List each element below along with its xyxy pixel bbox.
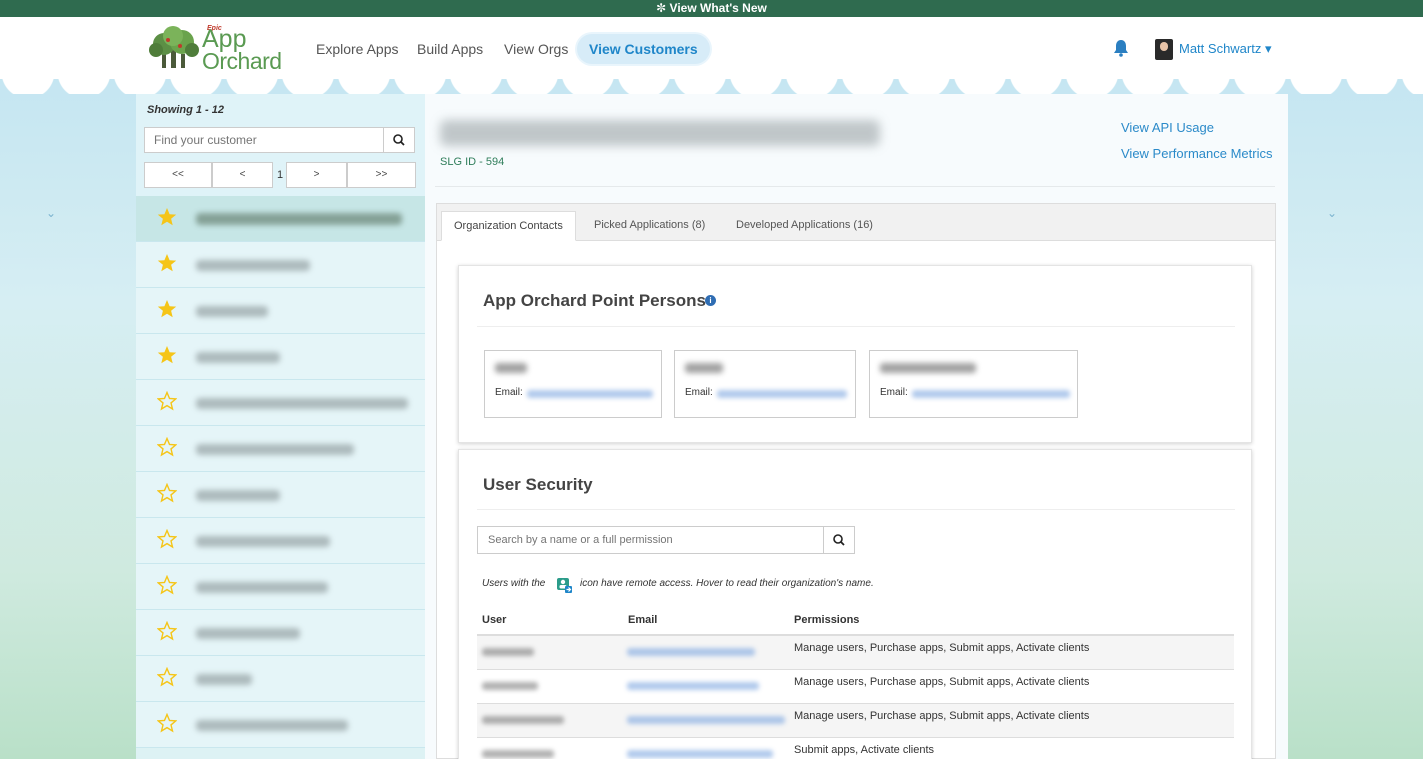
page-title	[440, 120, 880, 146]
customer-list	[136, 196, 425, 748]
star-outline-icon[interactable]	[157, 529, 177, 549]
list-item[interactable]	[136, 196, 425, 242]
point-persons-title: App Orchard Point Persons	[483, 291, 706, 310]
email-label: Email:	[495, 387, 523, 398]
whats-new-banner[interactable]: ✼ View What's New	[0, 0, 1423, 17]
logo-orchard-text: Orchard	[202, 48, 282, 74]
avatar[interactable]	[1155, 39, 1173, 60]
tree-icon	[149, 26, 199, 68]
bird-icon: ⌄	[1327, 206, 1338, 220]
permissions-cell: Manage users, Purchase apps, Submit apps…	[794, 676, 1090, 688]
email-link[interactable]	[627, 682, 759, 690]
customer-search-input[interactable]	[144, 127, 384, 153]
current-page: 1	[277, 169, 284, 181]
view-performance-metrics-link[interactable]: View Performance Metrics	[1121, 146, 1272, 161]
cloud-edge-decoration	[0, 72, 1423, 94]
email-link[interactable]	[627, 750, 773, 758]
first-page-button[interactable]: <<	[144, 162, 212, 188]
nav-explore-apps[interactable]: Explore Apps	[316, 34, 399, 64]
app-orchard-logo[interactable]: Epic App Orchard	[146, 22, 286, 74]
star-outline-icon[interactable]	[157, 391, 177, 411]
email-link[interactable]	[912, 390, 1070, 398]
user-search-input[interactable]	[477, 526, 824, 554]
search-icon	[393, 134, 405, 146]
table-row: Manage users, Purchase apps, Submit apps…	[477, 670, 1234, 704]
last-page-button[interactable]: >>	[347, 162, 416, 188]
list-item[interactable]	[136, 288, 425, 334]
list-item[interactable]	[136, 656, 425, 702]
permissions-cell: Manage users, Purchase apps, Submit apps…	[794, 642, 1090, 654]
permissions-cell: Manage users, Purchase apps, Submit apps…	[794, 710, 1090, 722]
point-person-card: Email:	[869, 350, 1078, 418]
star-filled-icon[interactable]	[157, 207, 177, 227]
list-item[interactable]	[136, 610, 425, 656]
showing-count: Showing 1 - 12	[147, 104, 225, 116]
list-item[interactable]	[136, 334, 425, 380]
customer-sidebar: Showing 1 - 12 << < 1 > >>	[136, 94, 425, 759]
user-security-card: User Security Users with the icon have r…	[458, 449, 1252, 759]
star-outline-icon[interactable]	[157, 713, 177, 733]
tab-developed-applications[interactable]: Developed Applications (16)	[724, 211, 885, 241]
list-item[interactable]	[136, 472, 425, 518]
nav-build-apps[interactable]: Build Apps	[417, 34, 483, 64]
tab-panel: Organization Contacts Picked Application…	[436, 203, 1276, 759]
table-row: Submit apps, Activate clients	[477, 738, 1234, 759]
user-security-title: User Security	[483, 475, 593, 494]
star-outline-icon[interactable]	[157, 667, 177, 687]
point-person-card: Email:	[484, 350, 662, 418]
column-header-permissions[interactable]: Permissions	[794, 614, 859, 626]
email-link[interactable]	[627, 648, 755, 656]
bird-icon: ⌄	[46, 206, 57, 220]
info-icon[interactable]: i	[705, 295, 716, 306]
email-link[interactable]	[717, 390, 847, 398]
slg-id: SLG ID - 594	[440, 156, 505, 168]
remote-note-suffix: icon have remote access. Hover to read t…	[580, 578, 874, 589]
list-item[interactable]	[136, 702, 425, 748]
column-header-email[interactable]: Email	[628, 614, 657, 626]
email-label: Email:	[880, 387, 908, 398]
list-item[interactable]	[136, 564, 425, 610]
star-filled-icon[interactable]	[157, 253, 177, 273]
user-menu[interactable]: Matt Schwartz ▾	[1179, 41, 1272, 57]
remote-note-prefix: Users with the	[482, 578, 546, 589]
customer-detail-panel: SLG ID - 594 View API Usage View Perform…	[425, 94, 1288, 759]
tab-picked-applications[interactable]: Picked Applications (8)	[582, 211, 717, 241]
nav-view-customers[interactable]: View Customers	[577, 34, 710, 64]
remote-access-icon	[557, 578, 572, 593]
view-api-usage-link[interactable]: View API Usage	[1121, 120, 1214, 135]
notification-bell-icon[interactable]	[1113, 39, 1129, 57]
list-item[interactable]	[136, 426, 425, 472]
email-link[interactable]	[627, 716, 785, 724]
star-outline-icon[interactable]	[157, 575, 177, 595]
tab-bar: Organization Contacts Picked Application…	[437, 204, 1275, 241]
search-icon	[833, 534, 845, 546]
divider	[477, 326, 1235, 327]
point-person-card: Email:	[674, 350, 856, 418]
divider	[477, 509, 1235, 510]
table-row: Manage users, Purchase apps, Submit apps…	[477, 636, 1234, 670]
star-outline-icon[interactable]	[157, 621, 177, 641]
list-item[interactable]	[136, 518, 425, 564]
list-item[interactable]	[136, 380, 425, 426]
star-outline-icon[interactable]	[157, 437, 177, 457]
star-filled-icon[interactable]	[157, 299, 177, 319]
column-header-user[interactable]: User	[482, 614, 506, 626]
list-item[interactable]	[136, 242, 425, 288]
next-page-button[interactable]: >	[286, 162, 347, 188]
tab-organization-contacts[interactable]: Organization Contacts	[441, 211, 576, 241]
divider	[435, 186, 1275, 187]
prev-page-button[interactable]: <	[212, 162, 273, 188]
user-search-button[interactable]	[823, 526, 855, 554]
table-row: Manage users, Purchase apps, Submit apps…	[477, 704, 1234, 738]
permissions-cell: Submit apps, Activate clients	[794, 744, 935, 756]
star-outline-icon[interactable]	[157, 483, 177, 503]
email-link[interactable]	[527, 390, 653, 398]
email-label: Email:	[685, 387, 713, 398]
point-persons-card: App Orchard Point Persons i Email: Email…	[458, 265, 1252, 443]
nav-view-orgs[interactable]: View Orgs	[504, 34, 568, 64]
star-filled-icon[interactable]	[157, 345, 177, 365]
customer-search-button[interactable]	[383, 127, 415, 153]
